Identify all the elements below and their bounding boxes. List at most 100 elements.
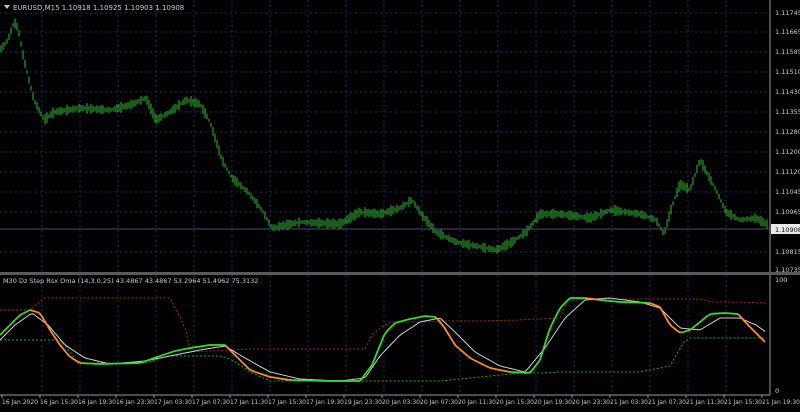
level-label-0: 0 xyxy=(775,387,779,395)
rsx-segment xyxy=(153,357,156,358)
chart-canvas[interactable]: EURUSD,M15 1.10918 1.10925 1.10903 1.109… xyxy=(0,0,800,408)
price-label: 1.10965 xyxy=(775,208,800,216)
rsx-segment xyxy=(267,376,270,377)
time-label: 20 Jan 23:30 xyxy=(572,399,610,406)
time-label: 21 Jan 03:30 xyxy=(610,399,648,406)
time-label: 17 Jan 03:30 xyxy=(154,399,192,406)
time-label: 20 Jan 11:30 xyxy=(458,399,496,406)
rsx-segment xyxy=(507,371,510,372)
indicator-header: M30 Dz Step Rsx Oma (14,3.0,25) 43.4867 … xyxy=(3,277,258,285)
rsx-segment xyxy=(156,356,159,357)
main-panel[interactable]: EURUSD,M15 1.10918 1.10925 1.10903 1.109… xyxy=(0,0,800,274)
level-label-100: 100 xyxy=(775,276,787,284)
rsx-segment xyxy=(174,351,177,352)
rsx-segment xyxy=(411,318,414,319)
time-label: 20 Jan 15:30 xyxy=(496,399,534,406)
rsx-segment xyxy=(396,322,399,323)
rsx-segment xyxy=(681,332,684,333)
rsx-segment xyxy=(141,362,144,363)
rsx-segment xyxy=(282,379,285,380)
rsx-segment xyxy=(261,374,264,375)
time-label: 21 Jan 11:30 xyxy=(686,399,724,406)
rsx-segment xyxy=(186,348,189,349)
time-label: 21 Jan 07:30 xyxy=(648,399,686,406)
price-label: 1.11430 xyxy=(775,88,800,96)
time-label: 17 Jan 07:30 xyxy=(192,399,230,406)
rsx-segment xyxy=(273,377,276,378)
time-label: 19 Jan 23:30 xyxy=(344,399,382,406)
rsx-segment xyxy=(264,375,267,376)
time-label: 16 Jan 19:30 xyxy=(78,399,116,406)
time-label: 16 Jan 15:30 xyxy=(40,399,78,406)
rsx-segment xyxy=(165,353,168,354)
rsx-segment xyxy=(162,354,165,355)
time-label: 20 Jan 03:30 xyxy=(382,399,420,406)
price-axis: 1.11745 1.11665 1.11585 1.11510 1.11430 … xyxy=(771,9,800,274)
time-label: 16 Jan 2020 xyxy=(2,399,38,406)
time-label: 17 Jan 15:30 xyxy=(268,399,306,406)
rsx-segment xyxy=(654,305,657,306)
main-panel-bg xyxy=(0,0,770,272)
rsx-segment xyxy=(258,373,261,374)
rsx-segment xyxy=(150,358,153,359)
rsx-segment xyxy=(417,317,420,318)
price-label: 1.11200 xyxy=(775,148,800,156)
rsx-segment xyxy=(36,312,39,313)
rsx-segment xyxy=(528,372,531,373)
rsx-segment xyxy=(168,352,171,353)
rsx-segment xyxy=(498,370,501,371)
rsx-segment xyxy=(177,350,180,351)
rsx-segment xyxy=(78,362,81,363)
rsx-segment xyxy=(138,363,141,364)
rsx-segment xyxy=(420,316,423,317)
rsx-segment xyxy=(183,349,186,350)
price-label: 1.11045 xyxy=(775,188,800,196)
rsx-segment xyxy=(501,370,504,371)
rsx-segment xyxy=(147,360,150,361)
rsx-segment xyxy=(171,351,174,352)
time-label: 17 Jan 19:30 xyxy=(306,399,344,406)
time-axis: 16 Jan 202016 Jan 15:3016 Jan 19:3016 Ja… xyxy=(2,395,800,406)
rsx-segment xyxy=(399,321,402,322)
rsx-segment xyxy=(651,303,654,304)
rsx-segment xyxy=(189,348,192,349)
rsx-segment xyxy=(405,320,408,321)
rsx-segment xyxy=(687,330,690,331)
price-label: 1.11355 xyxy=(775,108,800,116)
time-label: 21 Jan 15:30 xyxy=(724,399,762,406)
panel-splitter[interactable] xyxy=(0,272,800,275)
rsx-segment xyxy=(180,349,183,350)
rsx-segment xyxy=(144,361,147,362)
rsx-segment xyxy=(678,331,681,332)
symbol-header: EURUSD,M15 1.10918 1.10925 1.10903 1.109… xyxy=(13,4,184,12)
rsx-segment xyxy=(201,346,204,347)
time-label: 20 Jan 19:30 xyxy=(534,399,572,406)
rsx-segment xyxy=(408,319,411,320)
chart-window[interactable]: EURUSD,M15 1.10918 1.10925 1.10903 1.109… xyxy=(0,0,800,408)
time-label: 21 Jan 19:30 xyxy=(762,399,800,406)
rsx-segment xyxy=(684,331,687,332)
indicator-panel[interactable]: M30 Dz Step Rsx Oma (14,3.0,25) 43.4867 … xyxy=(0,275,787,395)
rsx-segment xyxy=(33,311,36,312)
rsx-segment xyxy=(30,310,33,311)
price-label: 1.11510 xyxy=(775,68,800,76)
rsx-segment xyxy=(495,369,498,370)
price-label: 1.11280 xyxy=(775,128,800,136)
current-price-label: 1.10908 xyxy=(775,226,800,234)
rsx-segment xyxy=(657,306,660,307)
price-label: 1.10815 xyxy=(775,248,800,256)
rsx-segment xyxy=(159,355,162,356)
rsx-segment xyxy=(195,347,198,348)
rsx-segment xyxy=(492,368,495,369)
rsx-segment xyxy=(504,371,507,372)
rsx-segment xyxy=(276,378,279,379)
rsx-segment xyxy=(402,320,405,321)
rsx-segment xyxy=(414,318,417,319)
time-label: 17 Jan 11:30 xyxy=(230,399,268,406)
rsx-segment xyxy=(489,368,492,369)
rsx-segment xyxy=(255,372,258,373)
price-label: 1.11585 xyxy=(775,48,800,56)
rsx-segment xyxy=(648,303,651,304)
price-label: 1.11745 xyxy=(775,9,800,17)
rsx-segment xyxy=(204,345,207,346)
